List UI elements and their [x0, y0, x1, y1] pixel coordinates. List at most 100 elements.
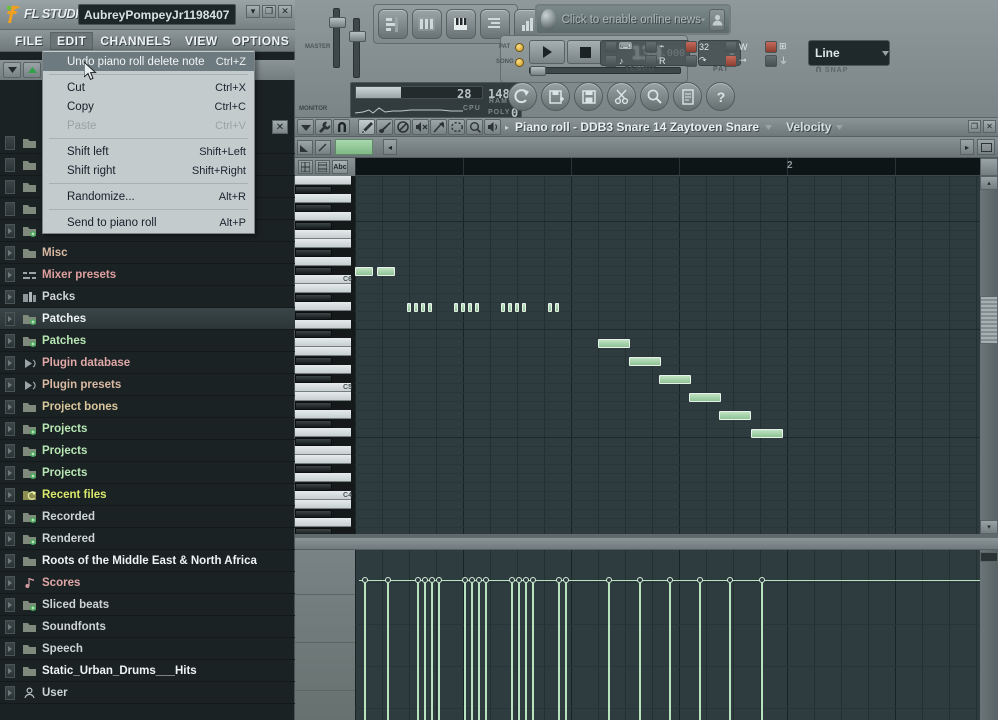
velocity-vertical-scrollbar[interactable]	[980, 550, 998, 720]
scroll-thumb[interactable]	[980, 296, 998, 344]
velocity-handle[interactable]	[727, 577, 733, 583]
black-key[interactable]	[295, 249, 332, 257]
browser-item-patches[interactable]: Patches	[0, 330, 295, 352]
countdown-toggle[interactable]: ⊞	[765, 40, 798, 53]
online-news-banner[interactable]: Click to enable online news	[535, 4, 731, 35]
undo-history-button[interactable]	[508, 82, 537, 111]
velocity-handle[interactable]	[436, 577, 442, 583]
play-button[interactable]	[529, 40, 565, 64]
velocity-stem[interactable]	[565, 583, 567, 720]
browser-item-speech[interactable]: Speech	[0, 638, 295, 660]
velocity-stem[interactable]	[608, 583, 610, 720]
expand-arrow-icon[interactable]	[5, 245, 15, 260]
velocity-handle[interactable]	[523, 577, 529, 583]
velocity-stem[interactable]	[511, 583, 513, 720]
white-key[interactable]	[295, 500, 351, 509]
velocity-header[interactable]	[295, 538, 998, 550]
expand-arrow-icon[interactable]	[5, 619, 15, 634]
toggle-square[interactable]	[645, 54, 657, 67]
note[interactable]	[689, 393, 721, 402]
expand-arrow-icon[interactable]	[5, 399, 15, 414]
note[interactable]	[719, 411, 751, 420]
toggle-square[interactable]	[725, 54, 737, 67]
black-key[interactable]	[295, 267, 332, 275]
save-new-version-button[interactable]	[541, 82, 570, 111]
velocity-handle[interactable]	[429, 577, 435, 583]
expand-arrow-icon[interactable]	[5, 333, 15, 348]
black-key[interactable]	[295, 483, 332, 491]
velocity-handle[interactable]	[759, 577, 765, 583]
note[interactable]	[407, 303, 411, 312]
white-key[interactable]	[295, 212, 351, 221]
note[interactable]	[355, 267, 373, 276]
expand-arrow-icon[interactable]	[5, 289, 15, 304]
notes-button[interactable]	[673, 82, 702, 111]
piano-roll-vertical-scrollbar[interactable]: ▴ ▾	[980, 176, 998, 534]
snap-magnet-button[interactable]	[333, 119, 350, 135]
mode-chevron-down-icon[interactable]	[836, 124, 844, 130]
velocity-stem[interactable]	[417, 583, 419, 720]
note[interactable]	[428, 303, 432, 312]
edit-menu-item-shift-left[interactable]: Shift left Shift+Left	[43, 142, 254, 161]
piano-roll-close-button[interactable]: ✕	[983, 120, 996, 133]
white-key[interactable]	[295, 365, 351, 374]
velocity-stem[interactable]	[525, 583, 527, 720]
velocity-handle[interactable]	[637, 577, 643, 583]
menu-edit[interactable]: EDIT	[50, 31, 94, 50]
white-key[interactable]	[295, 338, 351, 347]
white-key[interactable]	[295, 284, 351, 293]
edit-menu-item-cut[interactable]: Cut Ctrl+X	[43, 78, 254, 97]
white-key[interactable]	[295, 230, 351, 239]
help-button[interactable]: ?	[706, 82, 735, 111]
expand-arrow-icon[interactable]	[5, 443, 15, 458]
menu-options[interactable]: OPTIONS	[225, 32, 297, 50]
black-key[interactable]	[295, 222, 332, 230]
toggle-square[interactable]	[765, 40, 777, 53]
expand-arrow-icon[interactable]	[5, 377, 15, 392]
browser-item-plugin-database[interactable]: Plugin database	[0, 352, 295, 374]
title-chevron-down-icon[interactable]	[765, 124, 773, 130]
blend-toggle[interactable]: R	[645, 54, 678, 67]
white-key[interactable]	[295, 473, 351, 482]
browser-item-patches[interactable]: Patches	[0, 308, 295, 330]
snap-dropdown[interactable]: Line	[808, 40, 890, 66]
paint-tool-button[interactable]	[376, 119, 393, 135]
midi-toggle[interactable]: ⊸	[725, 54, 758, 67]
velocity-stem[interactable]	[364, 583, 366, 720]
note[interactable]	[475, 303, 479, 312]
toggle-square[interactable]	[685, 54, 697, 67]
velocity-stem[interactable]	[639, 583, 641, 720]
white-key[interactable]	[295, 428, 351, 437]
browser-item-projects[interactable]: Projects	[0, 440, 295, 462]
black-key[interactable]	[295, 420, 332, 428]
velocity-handle[interactable]	[667, 577, 673, 583]
news-avatar-button[interactable]	[709, 8, 725, 31]
key-mode-button-1[interactable]	[298, 160, 313, 174]
note[interactable]	[414, 303, 418, 312]
expand-arrow-icon[interactable]	[5, 531, 15, 546]
note-shape-button[interactable]	[297, 139, 313, 155]
edit-menu-item-send-to-piano-roll[interactable]: Send to piano roll Alt+P	[43, 213, 254, 232]
velocity-stem[interactable]	[532, 583, 534, 720]
browser-item-mixer-presets[interactable]: Mixer presets	[0, 264, 295, 286]
expand-arrow-icon[interactable]	[5, 465, 15, 480]
white-key[interactable]	[295, 347, 351, 356]
close-button[interactable]: ✕	[278, 5, 292, 18]
velocity-handle[interactable]	[556, 577, 562, 583]
piano-roll-maximize-button[interactable]: ❐	[968, 120, 981, 133]
zoom-button[interactable]	[640, 82, 669, 111]
mute-tool-button[interactable]	[412, 119, 429, 135]
scroll-right-button[interactable]: ▸	[960, 139, 974, 155]
menu-view[interactable]: VIEW	[178, 32, 225, 50]
velocity-stem[interactable]	[424, 583, 426, 720]
velocity-handle[interactable]	[415, 577, 421, 583]
multilink-toggle[interactable]: ⌁	[645, 40, 678, 53]
black-key[interactable]	[295, 357, 332, 365]
toggle-square[interactable]	[725, 40, 737, 53]
velocity-handle[interactable]	[530, 577, 536, 583]
key-mode-button-2[interactable]	[315, 160, 330, 174]
velocity-stem[interactable]	[471, 583, 473, 720]
select-tool-button[interactable]	[448, 119, 465, 135]
velocity-handle[interactable]	[483, 577, 489, 583]
expand-arrow-icon[interactable]	[5, 487, 15, 502]
